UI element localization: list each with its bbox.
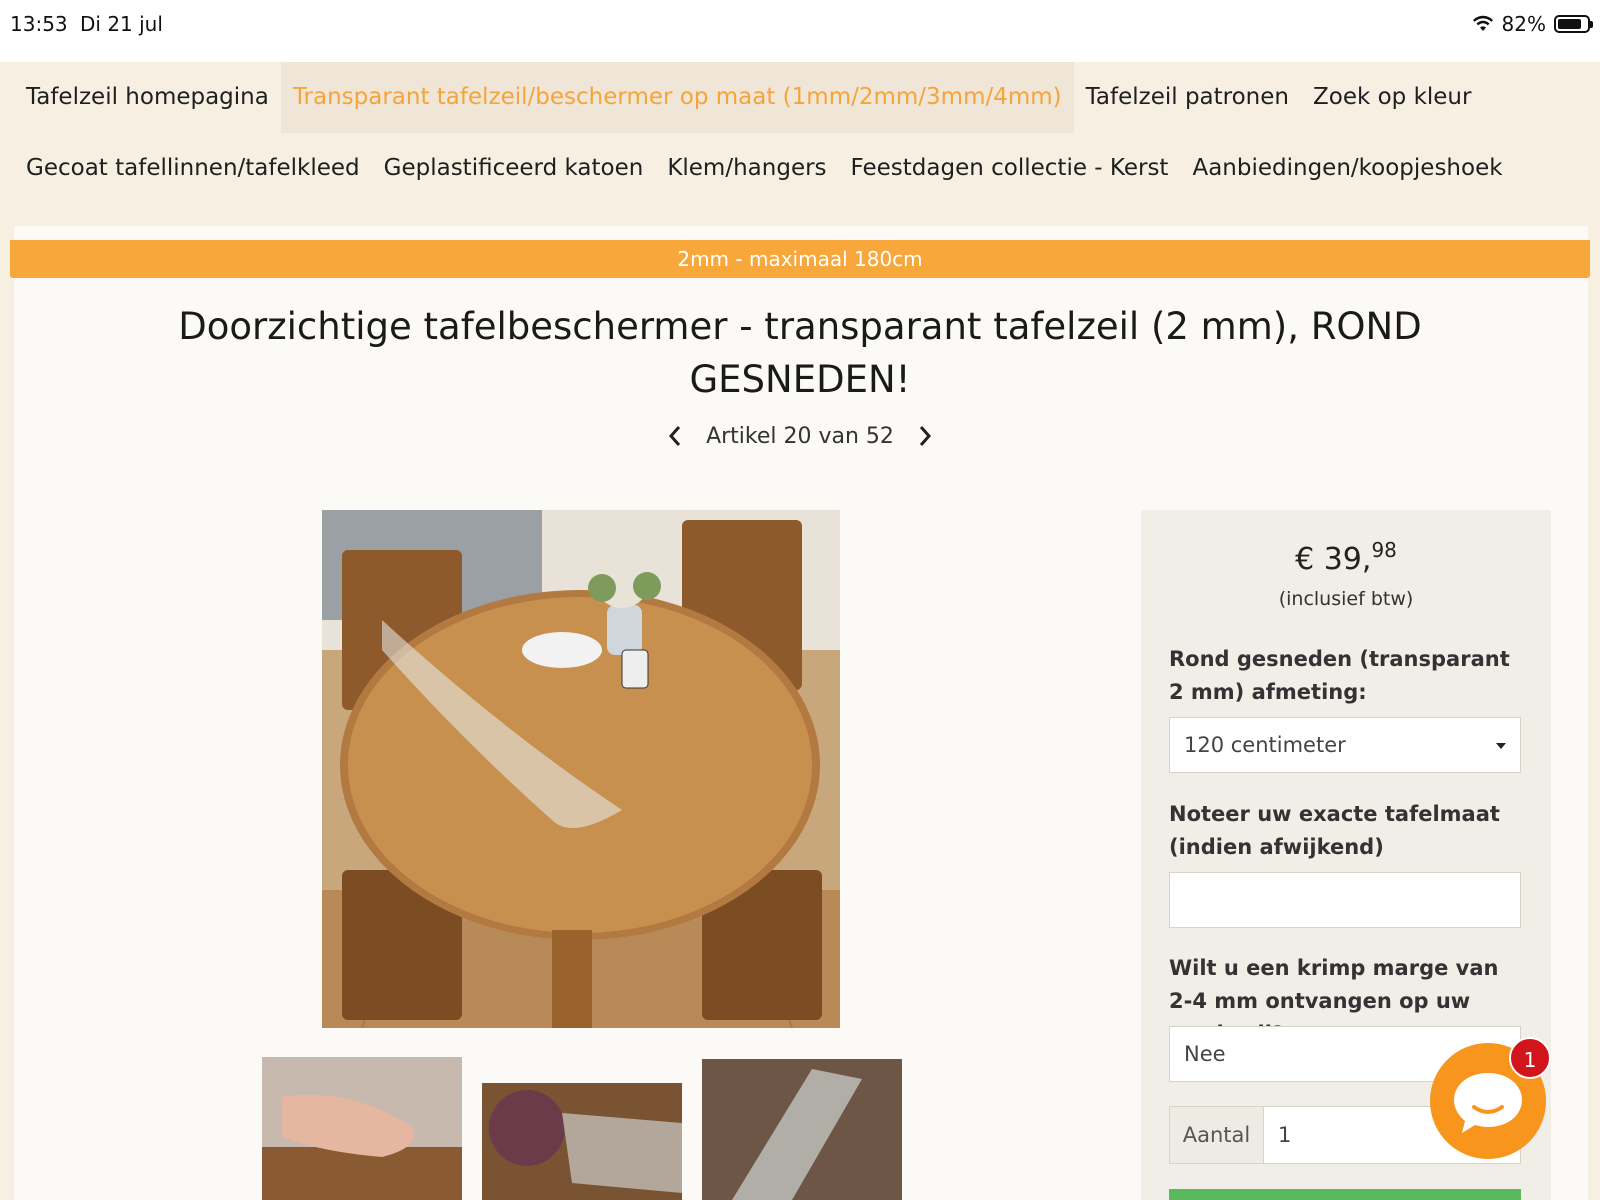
nav-item-gecoat[interactable]: Gecoat tafellinnen/tafelkleed: [14, 133, 372, 204]
nav-item-aanbiedingen[interactable]: Aanbiedingen/koopjeshoek: [1180, 133, 1514, 204]
chevron-left-icon: [668, 426, 681, 446]
size-label: Rond gesneden (transparant 2 mm) afmetin…: [1169, 647, 1510, 704]
nav-item-transparant[interactable]: Transparant tafelzeil/beschermer op maat…: [280, 62, 1074, 133]
product-thumbnail-1[interactable]: [262, 1057, 462, 1200]
wifi-icon: [1472, 15, 1493, 31]
exact-size-input[interactable]: [1169, 872, 1521, 928]
status-bar: 13:53 Di 21 jul 82%: [0, 0, 1600, 62]
article-counter: Artikel 20 van 52: [706, 423, 894, 449]
battery-percent: 82%: [1501, 12, 1546, 36]
dropdown-caret-icon: [1496, 743, 1506, 749]
nav-item-klem-hangers[interactable]: Klem/hangers: [655, 133, 838, 204]
size-select-value: 120 centimeter: [1184, 733, 1346, 757]
product-title: Doorzichtige tafelbeschermer - transpara…: [178, 305, 1422, 401]
quantity-label: Aantal: [1170, 1107, 1264, 1163]
main-navigation: Tafelzeil homepagina Transparant tafelze…: [0, 62, 1600, 204]
shrink-margin-value: Nee: [1184, 1042, 1226, 1066]
nav-item-homepage[interactable]: Tafelzeil homepagina: [14, 62, 281, 133]
nav-row-2: Gecoat tafellinnen/tafelkleed Geplastifi…: [0, 133, 1600, 204]
chat-notification-badge: 1: [1509, 1037, 1551, 1079]
article-pager: Artikel 20 van 52: [660, 418, 940, 454]
exact-size-label: Noteer uw exacte tafelmaat (indien afwij…: [1169, 802, 1500, 859]
battery-icon: [1554, 15, 1593, 33]
product-thumbnail-3[interactable]: [702, 1059, 902, 1200]
nav-item-kerst[interactable]: Feestdagen collectie - Kerst: [839, 133, 1181, 204]
status-indicators: 82%: [1472, 12, 1593, 36]
product-main-image[interactable]: [322, 510, 840, 1028]
size-select[interactable]: 120 centimeter: [1169, 717, 1521, 773]
next-article-button[interactable]: [910, 421, 940, 451]
price: € 39,98: [1141, 538, 1551, 577]
nav-item-zoek-op-kleur[interactable]: Zoek op kleur: [1301, 62, 1483, 133]
product-thumbnail-2[interactable]: [482, 1083, 682, 1200]
nav-row-1: Tafelzeil homepagina Transparant tafelze…: [0, 62, 1600, 133]
category-banner: 2mm - maximaal 180cm: [10, 240, 1590, 278]
price-main: € 39,: [1295, 542, 1372, 577]
vat-note: (inclusief btw): [1278, 588, 1414, 610]
status-date: Di 21 jul: [80, 12, 163, 36]
price-cents: 98: [1371, 538, 1397, 562]
status-time: 13:53: [10, 12, 68, 36]
nav-item-patronen[interactable]: Tafelzeil patronen: [1074, 62, 1301, 133]
nav-item-geplastificeerd[interactable]: Geplastificeerd katoen: [372, 133, 656, 204]
add-to-cart-button[interactable]: [1169, 1189, 1521, 1200]
chevron-right-icon: [919, 426, 931, 446]
previous-article-button[interactable]: [660, 421, 690, 451]
